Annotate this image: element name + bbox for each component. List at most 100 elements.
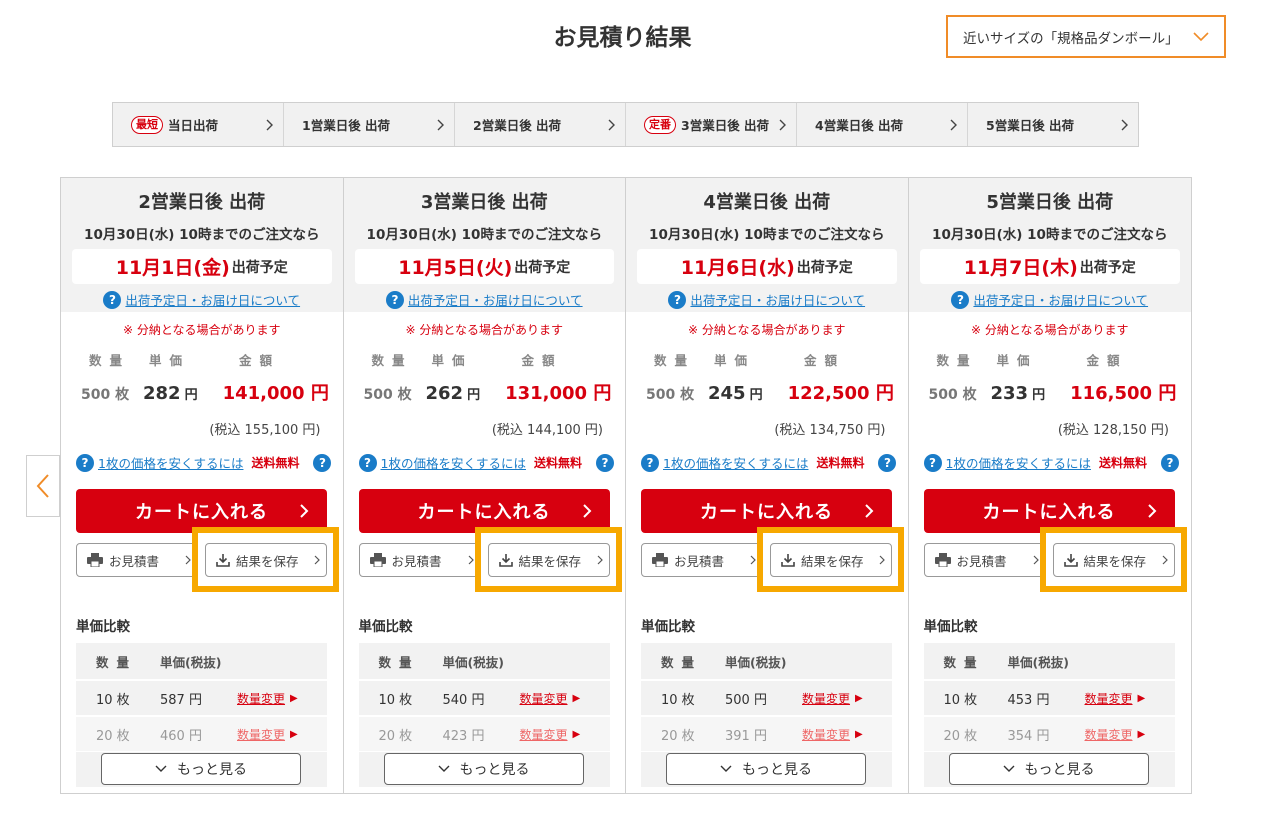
chevron-down-icon — [720, 765, 732, 772]
discount-link[interactable]: 1枚の価格を安くするには — [663, 453, 808, 472]
show-more-label: もっと見る — [742, 762, 812, 778]
price-row: 500 枚 282 円 141,000 円 — [61, 379, 343, 405]
ship-date-box: 11月6日(水) 出荷予定 — [637, 249, 897, 284]
quote-card: 2営業日後 出荷 10月30日(水) 10時までのご注文なら 11月1日(金) … — [61, 178, 344, 793]
help-link-row: ? 出荷予定日・お届け日について — [61, 290, 343, 309]
compare-price: 460 円 — [160, 728, 202, 744]
quantity: 500 枚 — [81, 387, 130, 403]
unit-yen: 円 — [749, 388, 763, 403]
change-qty-link[interactable]: 数量変更 — [802, 726, 850, 743]
quote-card: 3営業日後 出荷 10月30日(水) 10時までのご注文なら 11月5日(火) … — [343, 178, 626, 793]
chevron-right-icon — [185, 555, 191, 565]
printer-icon — [87, 553, 103, 567]
triangle-right-icon: ▶ — [572, 692, 581, 704]
question-circle-icon[interactable]: ? — [1160, 453, 1179, 472]
col-unit: 単価 — [149, 353, 191, 368]
quote-button[interactable]: お見積書 — [76, 543, 198, 577]
save-result-button[interactable]: 結果を保存 — [487, 543, 610, 577]
tab-same-day[interactable]: 最短 当日出荷 — [113, 103, 284, 146]
compare-col-qty: 数量 — [96, 654, 138, 670]
help-link-row: ? 出荷予定日・お届け日について — [626, 290, 908, 309]
shipping-help-link[interactable]: 出荷予定日・お届け日について — [973, 290, 1148, 309]
col-unit: 単価 — [996, 353, 1038, 368]
tab-5-day[interactable]: 5営業日後 出荷 — [968, 103, 1138, 146]
discount-row: ? 1枚の価格を安くするには 送料無料 ? — [344, 453, 626, 472]
question-circle-icon: ? — [358, 453, 377, 472]
discount-link[interactable]: 1枚の価格を安くするには — [98, 453, 243, 472]
show-more-button[interactable]: もっと見る — [101, 753, 301, 785]
unit-yen: 円 — [184, 388, 198, 403]
chevron-right-icon — [314, 555, 320, 565]
add-to-cart-button[interactable]: カートに入れる — [358, 489, 610, 533]
show-more-button[interactable]: もっと見る — [383, 753, 584, 785]
tax-included-total: (税込 134,750 円) — [774, 423, 886, 438]
printer-icon — [369, 553, 386, 567]
change-qty-link[interactable]: 数量変更 — [1085, 690, 1133, 707]
add-to-cart-button[interactable]: カートに入れる — [641, 489, 892, 533]
discount-link[interactable]: 1枚の価格を安くするには — [381, 453, 526, 472]
discount-link[interactable]: 1枚の価格を安くするには — [946, 453, 1091, 472]
total-price: 141,000 円 — [222, 383, 329, 404]
save-result-button[interactable]: 結果を保存 — [1052, 543, 1175, 577]
unit-price: 282 — [143, 383, 181, 404]
tab-2-day[interactable]: 2営業日後 出荷 — [455, 103, 626, 146]
compare-row: 10 枚 540 円 数量変更 ▶ — [358, 680, 610, 715]
show-more-button[interactable]: もっと見る — [666, 753, 866, 785]
compare-col-unit: 単価(税抜) — [1007, 654, 1069, 670]
chevron-left-icon — [36, 474, 49, 498]
change-qty-link[interactable]: 数量変更 — [520, 690, 568, 707]
split-note: ※ 分納となる場合があります — [970, 323, 1129, 337]
ship-suffix: 出荷予定 — [231, 259, 288, 276]
order-deadline: 10月30日(水) 10時までのご注文なら — [366, 227, 602, 243]
card-title: 5営業日後 出荷 — [986, 192, 1114, 213]
quantity: 500 枚 — [363, 387, 412, 403]
tab-3-day[interactable]: 定番 3営業日後 出荷 — [626, 103, 797, 146]
compare-price: 540 円 — [442, 692, 485, 708]
col-qty: 数量 — [371, 353, 413, 368]
size-select-dropdown[interactable]: 近いサイズの「規格品ダンボール」 — [946, 15, 1226, 58]
compare-col-qty: 数量 — [378, 654, 420, 670]
add-to-cart-button[interactable]: カートに入れる — [76, 489, 327, 533]
show-more-button[interactable]: もっと見る — [948, 753, 1149, 785]
ship-date-box: 11月1日(金) 出荷予定 — [72, 249, 332, 284]
save-label: 結果を保存 — [1083, 553, 1147, 569]
ship-suffix: 出荷予定 — [514, 259, 571, 276]
tab-1-day[interactable]: 1営業日後 出荷 — [284, 103, 455, 146]
question-circle-icon[interactable]: ? — [313, 453, 332, 472]
price-row: 500 枚 233 円 116,500 円 — [909, 379, 1192, 405]
shipping-help-link[interactable]: 出荷予定日・お届け日について — [690, 290, 865, 309]
quote-button[interactable]: お見積書 — [358, 543, 481, 577]
compare-price: 354 円 — [1007, 728, 1050, 744]
total-price: 116,500 円 — [1070, 383, 1177, 404]
quote-label: お見積書 — [109, 553, 160, 569]
help-link-row: ? 出荷予定日・お届け日について — [344, 290, 626, 309]
save-result-button[interactable]: 結果を保存 — [205, 543, 327, 577]
quote-button[interactable]: お見積書 — [641, 543, 763, 577]
change-qty-link[interactable]: 数量変更 — [802, 690, 850, 707]
shipping-help-link[interactable]: 出荷予定日・お届け日について — [125, 290, 300, 309]
change-qty-link[interactable]: 数量変更 — [237, 690, 285, 707]
show-more-label: もっと見る — [459, 762, 530, 778]
tab-4-day[interactable]: 4営業日後 出荷 — [797, 103, 968, 146]
shipping-help-link[interactable]: 出荷予定日・お届け日について — [408, 290, 583, 309]
quote-card: 5営業日後 出荷 10月30日(水) 10時までのご注文なら 11月7日(木) … — [908, 178, 1192, 793]
triangle-right-icon: ▶ — [855, 728, 863, 740]
prev-cards-button[interactable] — [26, 455, 60, 517]
add-to-cart-button[interactable]: カートに入れる — [923, 489, 1175, 533]
save-result-button[interactable]: 結果を保存 — [770, 543, 892, 577]
question-circle-icon[interactable]: ? — [878, 453, 897, 472]
change-qty-link[interactable]: 数量変更 — [237, 726, 285, 743]
compare-col-qty: 数量 — [943, 654, 985, 670]
question-circle-icon: ? — [76, 453, 94, 472]
tab-label: 4営業日後 出荷 — [815, 118, 904, 133]
quote-button[interactable]: お見積書 — [923, 543, 1046, 577]
change-qty-link[interactable]: 数量変更 — [520, 726, 568, 743]
triangle-right-icon: ▶ — [290, 692, 298, 704]
question-circle-icon[interactable]: ? — [595, 453, 614, 472]
add-to-cart-label: カートに入れる — [417, 502, 551, 523]
triangle-right-icon: ▶ — [1137, 692, 1146, 704]
tax-included-total: (税込 155,100 円) — [209, 423, 321, 438]
discount-row: ? 1枚の価格を安くするには 送料無料 ? — [909, 453, 1192, 472]
change-qty-link[interactable]: 数量変更 — [1085, 726, 1133, 743]
save-label: 結果を保存 — [801, 553, 864, 569]
